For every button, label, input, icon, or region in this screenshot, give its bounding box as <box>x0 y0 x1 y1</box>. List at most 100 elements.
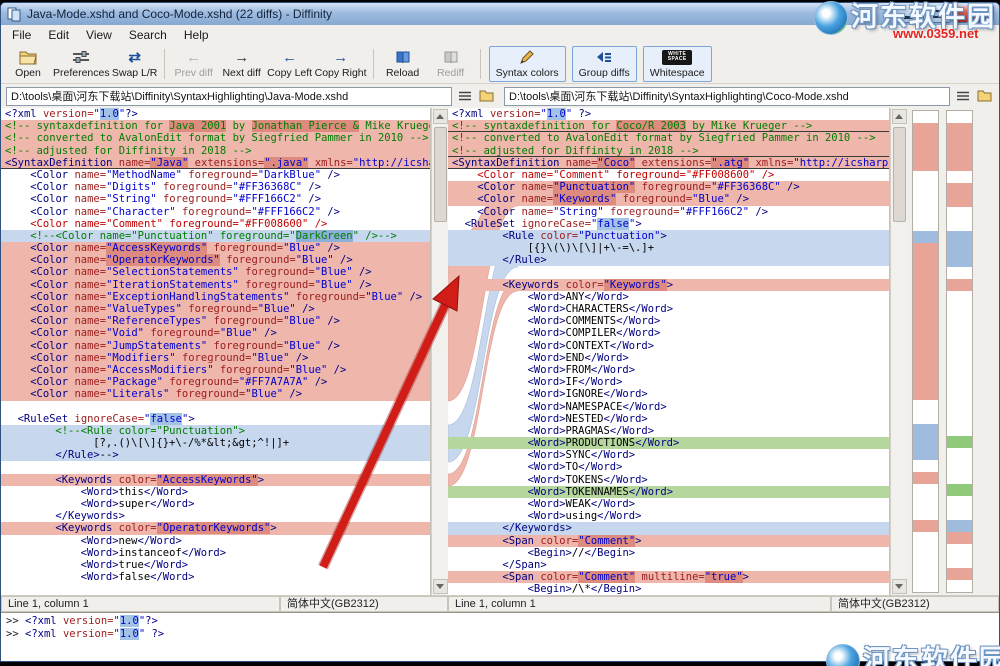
code-line[interactable]: </Rule>--> <box>1 449 430 461</box>
code-line[interactable]: <Word>super</Word> <box>1 498 430 510</box>
diff-overview-segment[interactable] <box>947 183 972 207</box>
menu-edit[interactable]: Edit <box>40 27 77 43</box>
scroll-up-button[interactable] <box>892 109 907 124</box>
diff-overview-segment[interactable] <box>913 243 938 399</box>
code-line[interactable] <box>1 401 430 413</box>
code-line[interactable]: <Color name="Package" foreground="#FF7A7… <box>1 376 430 388</box>
code-line[interactable]: <Word>instanceof</Word> <box>1 547 430 559</box>
right-file-overview-strip[interactable] <box>946 110 973 593</box>
scroll-down-button[interactable] <box>892 579 907 594</box>
code-line[interactable]: <Begin>//</Begin> <box>448 547 889 559</box>
code-line[interactable]: <Word>ANY</Word> <box>448 291 889 303</box>
left-vertical-scrollbar[interactable] <box>431 108 448 595</box>
code-line[interactable]: <Color name="Digits" foreground="#FF3636… <box>1 181 430 193</box>
diff-overview-segment[interactable] <box>947 436 972 448</box>
code-line[interactable]: <RuleSet ignoreCase="false"> <box>448 218 889 230</box>
code-line[interactable]: <Color name="String" foreground="#FFF166… <box>1 193 430 205</box>
diff-overview-segment[interactable] <box>913 123 938 171</box>
code-line[interactable]: <SyntaxDefinition name="Coco" extensions… <box>448 157 889 169</box>
code-line[interactable]: <Color name="Literals" foreground="Blue"… <box>1 388 430 400</box>
code-line[interactable]: <Span color="Comment" multiline="true"> <box>448 571 889 583</box>
code-line[interactable]: <Word>CHARACTERS</Word> <box>448 303 889 315</box>
left-browse-folder-icon[interactable] <box>477 87 496 105</box>
code-line[interactable]: <Word>this</Word> <box>1 486 430 498</box>
code-line[interactable]: <Color name="AccessModifiers" foreground… <box>1 364 430 376</box>
copy-right-button[interactable]: → Copy Right <box>315 45 367 82</box>
menu-view[interactable]: View <box>78 27 120 43</box>
code-line[interactable]: <Word>PRODUCTIONS</Word> <box>448 437 889 449</box>
code-line[interactable]: <Word>COMMENTS</Word> <box>448 315 889 327</box>
left-file-path-input[interactable] <box>6 87 452 106</box>
code-line[interactable]: <Color name="Keywords" foreground="Blue"… <box>448 193 889 205</box>
menu-help[interactable]: Help <box>176 27 217 43</box>
code-line[interactable]: <RuleSet ignoreCase="false"> <box>1 413 430 425</box>
code-line[interactable]: <!-- syntaxdefinition for Coco/R 2003 by… <box>448 120 889 132</box>
scrollbar-thumb[interactable] <box>434 127 447 222</box>
scrollbar-thumb[interactable] <box>893 127 906 222</box>
code-line[interactable]: <Word>TOKENNAMES</Word> <box>448 486 889 498</box>
reload-button[interactable]: Reload <box>380 45 426 82</box>
code-line[interactable]: <Color name="Void" foreground="Blue" /> <box>1 327 430 339</box>
code-line[interactable]: <Word>WEAK</Word> <box>448 498 889 510</box>
code-line[interactable]: </Keywords> <box>448 522 889 534</box>
code-line[interactable] <box>1 461 430 473</box>
code-line[interactable] <box>448 266 889 278</box>
code-line[interactable]: <Word>NAMESPACE</Word> <box>448 401 889 413</box>
code-line[interactable]: <Word>COMPILER</Word> <box>448 327 889 339</box>
left-file-overview-strip[interactable] <box>912 110 939 593</box>
code-line[interactable]: <Color name="ReferenceTypes" foreground=… <box>1 315 430 327</box>
right-browse-folder-icon[interactable] <box>975 87 994 105</box>
diff-overview-segment[interactable] <box>913 472 938 484</box>
code-line[interactable]: <Word>CONTEXT</Word> <box>448 340 889 352</box>
code-line[interactable]: <Word>NESTED</Word> <box>448 413 889 425</box>
diff-overview-segment[interactable] <box>947 568 972 580</box>
prev-diff-button[interactable]: ← Prev diff <box>171 45 217 82</box>
diff-overview-segment[interactable] <box>947 532 972 544</box>
diff-detail-line[interactable]: >><?xml version="1.0" ?> <box>1 628 999 641</box>
code-line[interactable]: <Color name="MethodName" foreground="Dar… <box>1 169 430 181</box>
right-code-editor[interactable]: <?xml version="1.0" ?><!-- syntaxdefinit… <box>448 108 890 595</box>
code-line[interactable]: [{}\(\)\[\]|+\-=\.]+ <box>448 242 889 254</box>
code-line[interactable]: <Color name="Comment" foreground="#FF008… <box>1 218 430 230</box>
code-line[interactable]: <?xml version="1.0"?> <box>1 108 430 120</box>
code-line[interactable]: </Rule> <box>448 254 889 266</box>
code-line[interactable]: </Keywords> <box>1 510 430 522</box>
menu-search[interactable]: Search <box>121 27 175 43</box>
code-line[interactable]: <Color name="AccessKeywords" foreground=… <box>1 242 430 254</box>
next-diff-button[interactable]: → Next diff <box>219 45 265 82</box>
code-line[interactable]: <!-- adjusted for Diffinity in 2018 --> <box>1 145 430 157</box>
code-line[interactable]: <Word>END</Word> <box>448 352 889 364</box>
left-history-list-icon[interactable] <box>455 87 474 105</box>
code-line[interactable]: <!--<Color name="Punctuation" foreground… <box>1 230 430 242</box>
code-line[interactable]: <!-- converted to AvalonEdit format by S… <box>1 132 430 144</box>
diff-detail-pane[interactable]: >><?xml version="1.0"?>>><?xml version="… <box>1 612 999 661</box>
code-line[interactable]: <Word>FROM</Word> <box>448 364 889 376</box>
code-line[interactable]: <Keywords color="OperatorKeywords"> <box>1 522 430 534</box>
code-line[interactable]: <Word>IGNORE</Word> <box>448 388 889 400</box>
close-button[interactable] <box>952 6 994 23</box>
code-line[interactable]: </Span> <box>448 559 889 571</box>
diff-overview-segment[interactable] <box>947 123 972 171</box>
diff-overview-segment[interactable] <box>913 231 938 243</box>
code-line[interactable]: <SyntaxDefinition name="Java" extensions… <box>1 157 430 169</box>
syntax-colors-toggle[interactable]: Syntax colors <box>489 46 566 82</box>
diff-overview-segment[interactable] <box>913 520 938 532</box>
code-line[interactable]: <Word>true</Word> <box>1 559 430 571</box>
menu-file[interactable]: File <box>4 27 39 43</box>
preferences-button[interactable]: Preferences <box>53 45 110 82</box>
scroll-up-button[interactable] <box>433 109 448 124</box>
code-line[interactable]: <?xml version="1.0" ?> <box>448 108 889 120</box>
code-line[interactable]: <Word>false</Word> <box>1 571 430 583</box>
scroll-down-button[interactable] <box>433 579 448 594</box>
code-line[interactable]: <Word>new</Word> <box>1 535 430 547</box>
diff-overview-segment[interactable] <box>913 424 938 460</box>
maximize-button[interactable] <box>923 6 951 23</box>
code-line[interactable]: <Color name="SelectionStatements" foregr… <box>1 266 430 278</box>
code-line[interactable]: <Word>SYNC</Word> <box>448 449 889 461</box>
whitespace-toggle[interactable]: WHITE SPACE Whitespace <box>643 46 712 82</box>
code-line[interactable]: <Begin>/\*</Begin> <box>448 583 889 595</box>
diff-overview-segment[interactable] <box>947 231 972 267</box>
code-line[interactable]: <!-- syntaxdefinition for Java 2001 by J… <box>1 120 430 132</box>
code-line[interactable]: <!-- converted to AvalonEdit format by S… <box>448 132 889 144</box>
diff-detail-line[interactable]: >><?xml version="1.0"?> <box>1 615 999 628</box>
